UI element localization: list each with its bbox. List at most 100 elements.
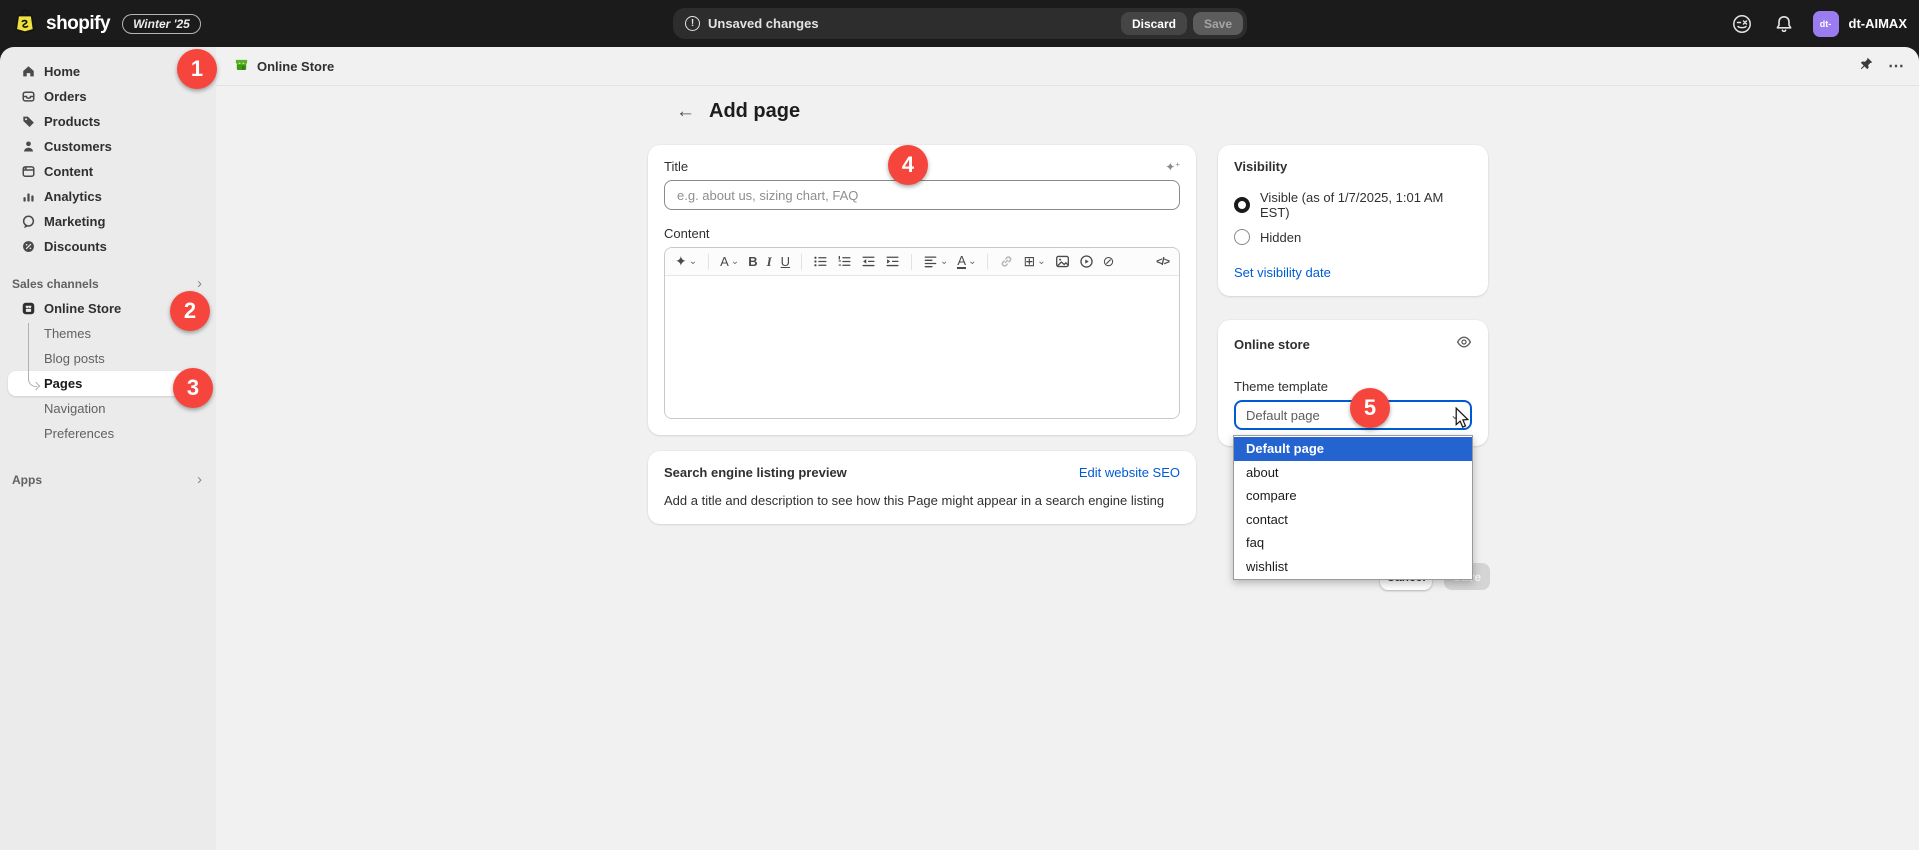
- bold-button[interactable]: B: [748, 254, 757, 269]
- dropdown-option-faq[interactable]: faq: [1234, 531, 1472, 555]
- insert-image-button[interactable]: [1055, 254, 1070, 269]
- sidebar-item-blog-posts[interactable]: Blog posts: [8, 346, 208, 371]
- text-style-button[interactable]: A⌄: [720, 254, 739, 269]
- insert-video-button[interactable]: [1079, 254, 1094, 269]
- insert-table-button[interactable]: ⊞⌄: [1023, 253, 1045, 270]
- seo-card: Search engine listing preview Edit websi…: [648, 451, 1196, 524]
- chevron-right-icon: ›: [197, 275, 202, 292]
- online-store-card: Online store Theme template Default page…: [1218, 320, 1488, 446]
- page-title: Add page: [709, 100, 800, 123]
- underline-button[interactable]: U: [781, 254, 790, 269]
- radio-selected-icon[interactable]: [1234, 197, 1250, 213]
- bar-chart-icon: [20, 189, 36, 205]
- sidebar-item-analytics[interactable]: Analytics: [8, 184, 208, 209]
- admin-face-icon[interactable]: [1729, 11, 1755, 37]
- notifications-bell-icon[interactable]: [1771, 11, 1797, 37]
- shopify-logo[interactable]: shopify Winter '25: [0, 9, 201, 38]
- alignment-button[interactable]: ⌄: [923, 254, 948, 269]
- dropdown-option-wishlist[interactable]: wishlist: [1234, 555, 1472, 579]
- theme-template-dropdown: Default page about compare contact faq w…: [1233, 435, 1473, 580]
- dropdown-option-contact[interactable]: contact: [1234, 508, 1472, 532]
- annotation-badge-4: 4: [888, 145, 928, 185]
- season-badge: Winter '25: [122, 14, 201, 34]
- seo-heading: Search engine listing preview: [664, 465, 847, 480]
- sidebar-item-orders[interactable]: Orders: [8, 84, 208, 109]
- title-input[interactable]: [664, 180, 1180, 210]
- apps-label: Apps: [12, 473, 42, 487]
- more-options-icon[interactable]: ⋯: [1888, 56, 1905, 76]
- sidebar-item-label: Analytics: [44, 189, 102, 204]
- ai-assist-button[interactable]: ✦⌄: [675, 253, 697, 270]
- numbered-list-button[interactable]: [837, 254, 852, 269]
- pin-icon[interactable]: [1859, 56, 1874, 76]
- sidebar-item-preferences[interactable]: Preferences: [8, 421, 208, 446]
- clear-formatting-button[interactable]: ⊘: [1103, 253, 1115, 270]
- sidebar-item-label: Customers: [44, 139, 112, 154]
- discard-button[interactable]: Discard: [1121, 12, 1187, 35]
- set-visibility-date-link[interactable]: Set visibility date: [1234, 265, 1472, 280]
- title-label: Title: [664, 159, 688, 174]
- theme-template-label: Theme template: [1234, 379, 1472, 394]
- online-store-heading: Online store: [1234, 337, 1310, 352]
- visible-radio-row[interactable]: Visible (as of 1/7/2025, 1:01 AM EST): [1234, 190, 1472, 220]
- sidebar-item-label: Home: [44, 64, 80, 79]
- topbar-right: dt- dt-AIMAX: [1729, 0, 1908, 47]
- sidebar-item-label: Products: [44, 114, 100, 129]
- shopify-admin-add-page: shopify Winter '25 ! Unsaved changes Dis…: [0, 0, 1919, 850]
- discount-badge-icon: [20, 239, 36, 255]
- text-color-button[interactable]: A⌄: [957, 254, 976, 269]
- alert-icon: !: [685, 16, 700, 31]
- radio-unselected-icon[interactable]: [1234, 229, 1250, 245]
- annotation-badge-5: 5: [1350, 388, 1390, 428]
- tag-icon: [20, 114, 36, 130]
- page-head: ← Add page: [648, 100, 1488, 123]
- save-button[interactable]: Save: [1193, 12, 1243, 35]
- online-store-green-icon: [234, 57, 249, 75]
- sidebar-item-discounts[interactable]: Discounts: [8, 234, 208, 259]
- content-icon: [20, 164, 36, 180]
- outdent-button[interactable]: [861, 254, 876, 269]
- sidebar: Home Orders Products Customers Content A…: [0, 47, 216, 850]
- bulleted-list-button[interactable]: [813, 254, 828, 269]
- editor-toolbar: ✦⌄ A⌄ B I U: [665, 248, 1179, 276]
- select-value: Default page: [1246, 408, 1320, 423]
- user-avatar[interactable]: dt-: [1813, 11, 1839, 37]
- breadcrumb-label: Online Store: [257, 59, 334, 74]
- code-view-button[interactable]: </>: [1156, 256, 1169, 268]
- edit-website-seo-link[interactable]: Edit website SEO: [1079, 465, 1180, 480]
- divider: [987, 254, 988, 270]
- page-details-card: Title ✦+ Content ✦⌄ A⌄ B: [648, 145, 1196, 435]
- shopify-wordmark: shopify: [46, 13, 110, 35]
- dropdown-option-default-page[interactable]: Default page: [1234, 437, 1472, 461]
- italic-button[interactable]: I: [767, 254, 772, 270]
- dropdown-option-compare[interactable]: compare: [1234, 484, 1472, 508]
- sidebar-item-label: Orders: [44, 89, 87, 104]
- dropdown-option-about[interactable]: about: [1234, 461, 1472, 485]
- divider: [911, 254, 912, 270]
- apps-section[interactable]: Apps ›: [0, 467, 216, 492]
- content-textarea[interactable]: [665, 276, 1179, 418]
- header-actions: ⋯: [1859, 56, 1905, 76]
- mouse-cursor-icon: [1452, 407, 1472, 434]
- annotation-badge-3: 3: [173, 368, 213, 408]
- sidebar-item-products[interactable]: Products: [8, 109, 208, 134]
- preview-eye-icon[interactable]: [1456, 334, 1472, 355]
- topbar: shopify Winter '25 ! Unsaved changes Dis…: [0, 0, 1919, 47]
- visibility-heading: Visibility: [1234, 159, 1472, 174]
- indent-button[interactable]: [885, 254, 900, 269]
- marketing-icon: [20, 214, 36, 230]
- sidebar-item-customers[interactable]: Customers: [8, 134, 208, 159]
- app-frame: Home Orders Products Customers Content A…: [0, 47, 1919, 850]
- content-label: Content: [664, 226, 1180, 241]
- sales-channels-label: Sales channels: [12, 277, 99, 291]
- back-arrow-icon[interactable]: ←: [676, 101, 695, 123]
- rich-text-editor: ✦⌄ A⌄ B I U: [664, 247, 1180, 419]
- user-name[interactable]: dt-AIMAX: [1849, 16, 1908, 31]
- magic-sparkle-icon[interactable]: ✦+: [1165, 160, 1180, 174]
- sidebar-item-marketing[interactable]: Marketing: [8, 209, 208, 234]
- insert-link-button[interactable]: [999, 254, 1014, 269]
- sidebar-item-content[interactable]: Content: [8, 159, 208, 184]
- annotation-badge-2: 2: [170, 291, 210, 331]
- divider: [801, 254, 802, 270]
- hidden-radio-row[interactable]: Hidden: [1234, 229, 1472, 245]
